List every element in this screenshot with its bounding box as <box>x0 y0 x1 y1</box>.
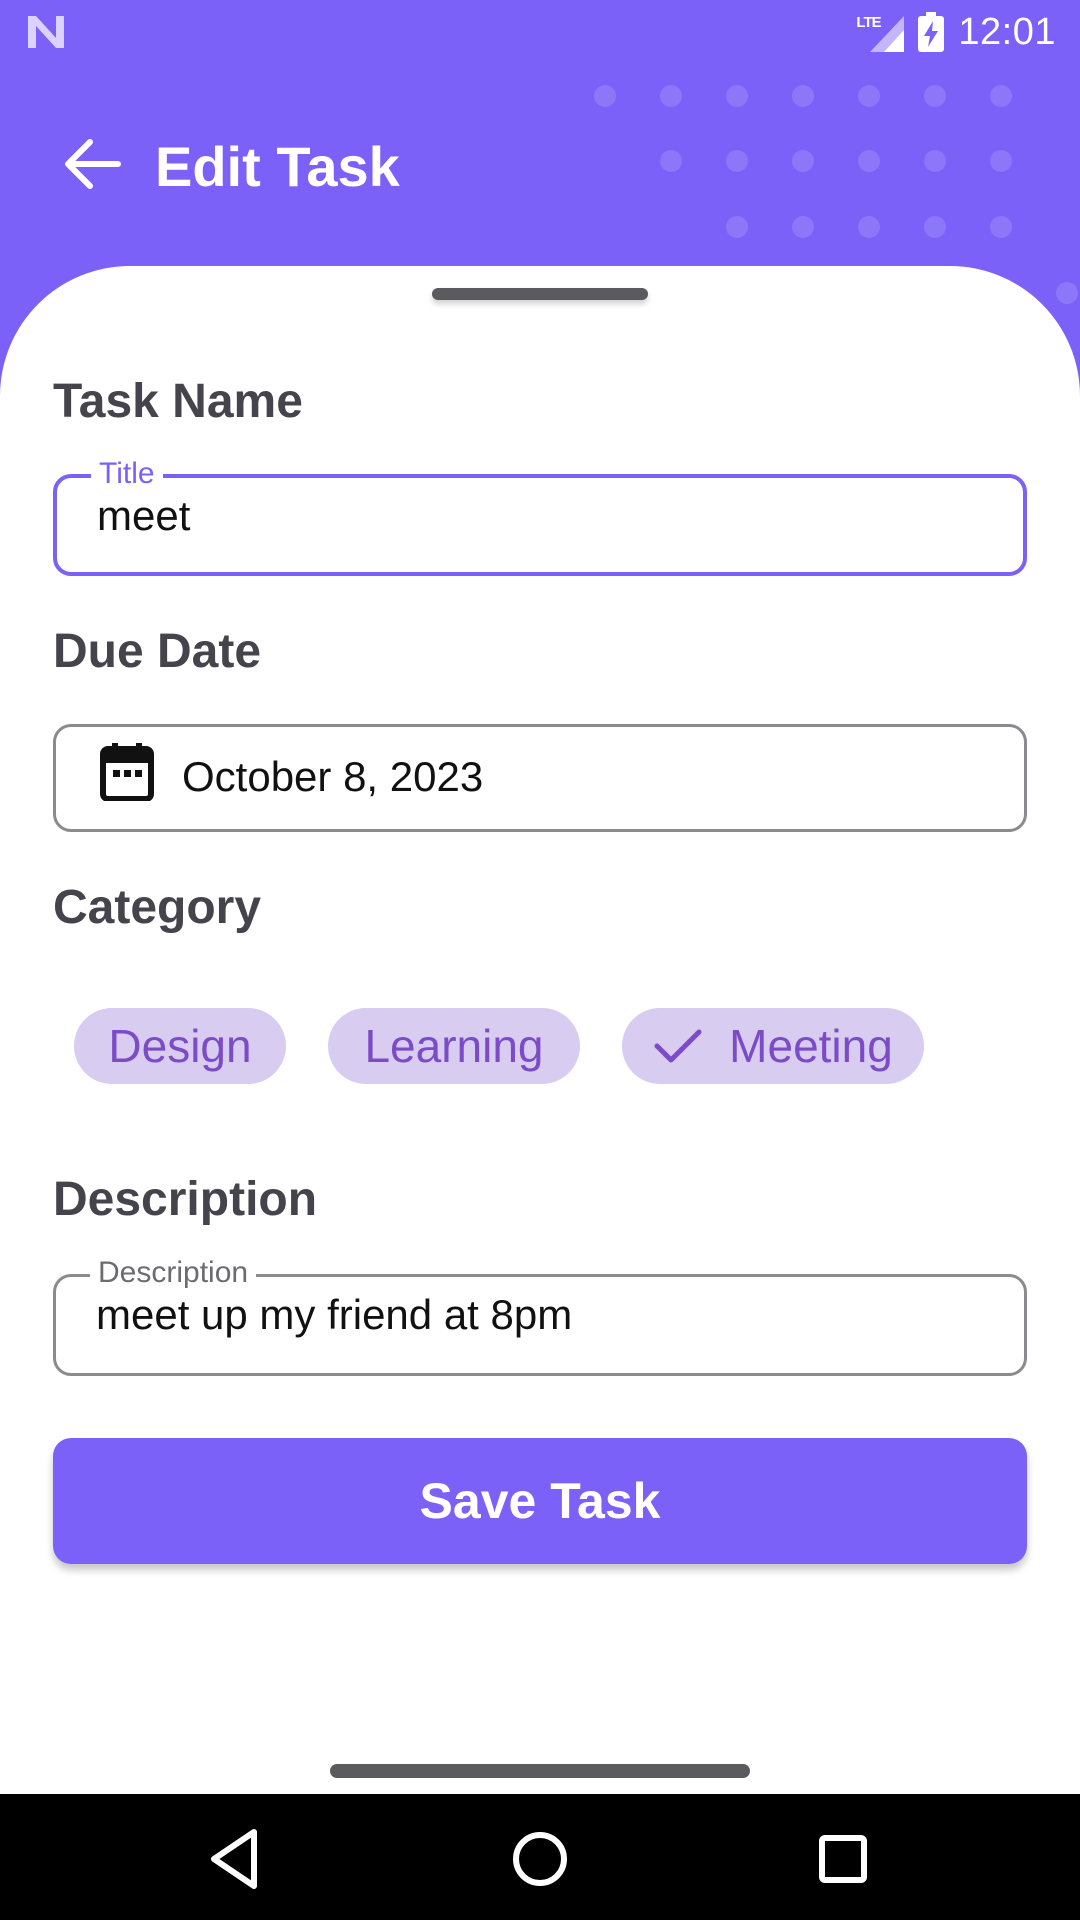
check-icon <box>654 1029 702 1063</box>
edit-task-sheet: Task Name Title meet Due Date October 8,… <box>0 266 1080 1794</box>
due-date-field[interactable]: October 8, 2023 <box>53 724 1027 832</box>
task-name-label: Task Name <box>53 375 303 428</box>
save-task-button[interactable]: Save Task <box>53 1438 1027 1564</box>
chip-meeting[interactable]: Meeting <box>622 1008 924 1084</box>
title-field-label: Title <box>91 456 163 492</box>
triangle-back-icon[interactable] <box>200 1824 270 1894</box>
drag-handle[interactable] <box>432 288 648 300</box>
signal-icon: LTE <box>856 12 905 52</box>
page-title: Edit Task <box>155 135 400 198</box>
navigation-bar <box>0 1794 1080 1920</box>
chip-learning[interactable]: Learning <box>328 1008 580 1084</box>
calendar-icon <box>100 743 154 801</box>
battery-charging-icon <box>918 12 945 52</box>
due-date-label: Due Date <box>53 625 262 678</box>
circle-home-icon[interactable] <box>505 1824 575 1894</box>
arrow-left-icon <box>65 139 121 189</box>
description-input[interactable]: meet up my friend at 8pm <box>96 1291 572 1339</box>
chip-learning-label: Learning <box>364 1020 544 1072</box>
chip-design[interactable]: Design <box>74 1008 286 1084</box>
description-field-label: Description <box>90 1255 257 1291</box>
status-icons: LTE 12:01 <box>856 8 1056 56</box>
description-label: Description <box>53 1173 318 1226</box>
chip-design-label: Design <box>108 1020 252 1072</box>
save-task-label: Save Task <box>419 1473 661 1529</box>
description-field[interactable]: Description meet up my friend at 8pm <box>53 1255 1027 1376</box>
due-date-value: October 8, 2023 <box>182 753 484 800</box>
category-label: Category <box>53 881 262 934</box>
back-button[interactable] <box>58 128 130 200</box>
title-input[interactable]: meet <box>97 492 190 540</box>
status-time: 12:01 <box>958 10 1056 53</box>
square-recents-icon[interactable] <box>808 1824 878 1894</box>
title-field[interactable]: Title meet <box>53 456 1027 576</box>
chip-meeting-label: Meeting <box>729 1020 893 1072</box>
home-indicator <box>330 1764 750 1778</box>
notification-n-icon <box>28 16 64 48</box>
status-bar: LTE 12:01 <box>0 0 1080 64</box>
